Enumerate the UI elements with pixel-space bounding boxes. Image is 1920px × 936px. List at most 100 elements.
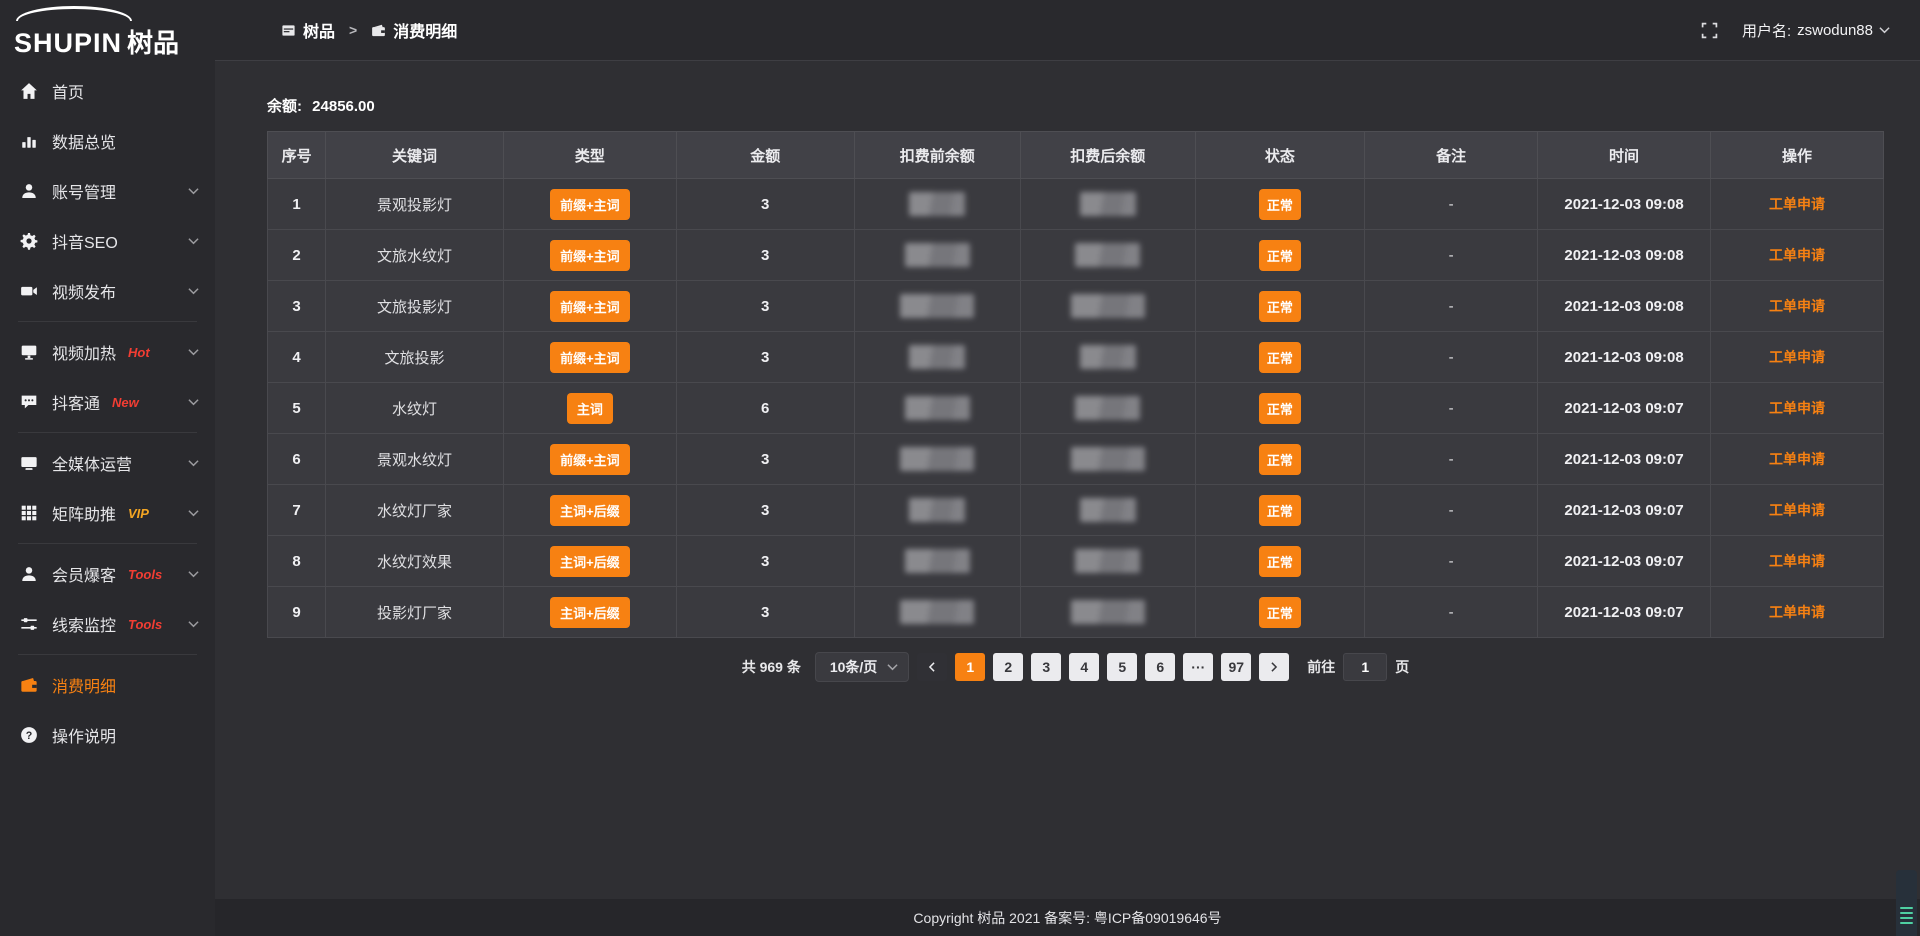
next-page-button[interactable] [1259, 653, 1289, 681]
chat-icon [20, 393, 38, 411]
page-button-1[interactable]: 1 [955, 653, 985, 681]
cell-time: 2021-12-03 09:08 [1538, 230, 1711, 281]
sidebar-item-video-heating[interactable]: 视频加热Hot [0, 327, 215, 377]
cell-balance-before [854, 230, 1020, 281]
breadcrumb-item-shupin[interactable]: 树品 [281, 18, 335, 42]
chevron-down-icon [188, 570, 199, 578]
page-button-4[interactable]: 4 [1069, 653, 1099, 681]
wallet-icon [20, 676, 38, 694]
sidebar-item-douyin-seo[interactable]: 抖音SEO [0, 216, 215, 266]
page-button-5[interactable]: 5 [1107, 653, 1137, 681]
cell-action: 工单申请 [1711, 281, 1884, 332]
sidebar-item-video-publish[interactable]: 视频发布 [0, 266, 215, 316]
sidebar-item-omni-media[interactable]: 全媒体运营 [0, 438, 215, 488]
cell-amount: 3 [676, 281, 854, 332]
table-row: 8水纹灯效果主词+后缀3正常-2021-12-03 09:07工单申请 [268, 536, 1884, 587]
cell-remark: - [1365, 230, 1538, 281]
ticket-apply-link[interactable]: 工单申请 [1769, 400, 1825, 416]
menu-badge: VIP [128, 506, 149, 521]
prev-page-button[interactable] [917, 653, 947, 681]
cell-balance-before [854, 587, 1020, 638]
cell-time: 2021-12-03 09:07 [1538, 587, 1711, 638]
sidebar-item-operation-guide[interactable]: ?操作说明 [0, 710, 215, 760]
status-badge: 正常 [1259, 189, 1301, 220]
column-header: 关键词 [326, 132, 504, 179]
cell-action: 工单申请 [1711, 485, 1884, 536]
ticket-apply-link[interactable]: 工单申请 [1769, 349, 1825, 365]
cell-status: 正常 [1195, 332, 1365, 383]
cell-time: 2021-12-03 09:07 [1538, 485, 1711, 536]
cell-seq: 6 [268, 434, 326, 485]
page-button-97[interactable]: 97 [1221, 653, 1251, 681]
cell-amount: 3 [676, 332, 854, 383]
cell-status: 正常 [1195, 485, 1365, 536]
cell-amount: 3 [676, 230, 854, 281]
sidebar-item-account-management[interactable]: 账号管理 [0, 166, 215, 216]
breadcrumb-item-consumption[interactable]: 消费明细 [371, 18, 457, 42]
cell-keyword: 文旅投影灯 [326, 281, 504, 332]
redacted-balance [905, 396, 970, 420]
user-dropdown[interactable]: 用户名: zswodun88 [1742, 20, 1890, 41]
chevron-down-icon [1879, 26, 1890, 34]
sliders-icon [20, 615, 38, 633]
ticket-apply-link[interactable]: 工单申请 [1769, 247, 1825, 263]
balance-label: 余额: [267, 98, 302, 115]
ticket-apply-link[interactable]: 工单申请 [1769, 196, 1825, 212]
ticket-apply-link[interactable]: 工单申请 [1769, 298, 1825, 314]
cell-status: 正常 [1195, 434, 1365, 485]
column-header: 时间 [1538, 132, 1711, 179]
status-badge: 正常 [1259, 597, 1301, 628]
user-icon [20, 182, 38, 200]
sidebar-item-douketong[interactable]: 抖客通New [0, 377, 215, 427]
sidebar-item-matrix-boost[interactable]: 矩阵助推VIP [0, 488, 215, 538]
page-button-3[interactable]: 3 [1031, 653, 1061, 681]
sidebar-item-member-baoke[interactable]: 会员爆客Tools [0, 549, 215, 599]
widget-stripe [1900, 922, 1913, 924]
menu-badge: New [112, 395, 139, 410]
page-size-value: 10条/页 [830, 657, 877, 677]
ticket-apply-link[interactable]: 工单申请 [1769, 553, 1825, 569]
cell-time: 2021-12-03 09:07 [1538, 536, 1711, 587]
cell-action: 工单申请 [1711, 587, 1884, 638]
cell-remark: - [1365, 332, 1538, 383]
page-button-6[interactable]: 6 [1145, 653, 1175, 681]
topbar: 树品 > 消费明细 用户名: zswodun88 [215, 0, 1920, 61]
fullscreen-icon[interactable] [1701, 22, 1718, 39]
page-button-2[interactable]: 2 [993, 653, 1023, 681]
sidebar-item-label: 操作说明 [52, 723, 116, 747]
table-row: 1景观投影灯前缀+主词3正常-2021-12-03 09:08工单申请 [268, 179, 1884, 230]
menu-divider [18, 321, 197, 322]
cell-status: 正常 [1195, 536, 1365, 587]
sidebar-item-home[interactable]: 首页 [0, 66, 215, 116]
ticket-apply-link[interactable]: 工单申请 [1769, 604, 1825, 620]
cell-remark: - [1365, 587, 1538, 638]
column-header: 状态 [1195, 132, 1365, 179]
column-header: 备注 [1365, 132, 1538, 179]
cell-status: 正常 [1195, 179, 1365, 230]
sidebar-item-lead-monitor[interactable]: 线索监控Tools [0, 599, 215, 649]
floating-widget[interactable] [1896, 870, 1917, 936]
page-jump-input[interactable] [1343, 653, 1387, 681]
column-header: 序号 [268, 132, 326, 179]
chevron-down-icon [188, 620, 199, 628]
widget-stripe [1900, 912, 1913, 914]
page-size-select[interactable]: 10条/页 [815, 652, 909, 682]
ticket-apply-link[interactable]: 工单申请 [1769, 451, 1825, 467]
type-badge: 主词+后缀 [550, 546, 630, 577]
ellipsis-button[interactable]: ··· [1183, 653, 1213, 681]
column-header: 扣费后余额 [1021, 132, 1196, 179]
type-badge: 前缀+主词 [550, 240, 630, 271]
main-area: 树品 > 消费明细 用户名: zswodun88 余额: 2 4 [215, 0, 1920, 936]
sidebar-item-consumption-detail[interactable]: 消费明细 [0, 660, 215, 710]
sidebar-item-data-overview[interactable]: 数据总览 [0, 116, 215, 166]
cell-action: 工单申请 [1711, 434, 1884, 485]
redacted-balance [1080, 498, 1136, 522]
cell-balance-before [854, 485, 1020, 536]
cell-type: 前缀+主词 [503, 332, 676, 383]
cell-remark: - [1365, 383, 1538, 434]
ticket-apply-link[interactable]: 工单申请 [1769, 502, 1825, 518]
cell-type: 前缀+主词 [503, 179, 676, 230]
table-row: 3文旅投影灯前缀+主词3正常-2021-12-03 09:08工单申请 [268, 281, 1884, 332]
chevron-down-icon [188, 459, 199, 467]
cell-amount: 3 [676, 485, 854, 536]
